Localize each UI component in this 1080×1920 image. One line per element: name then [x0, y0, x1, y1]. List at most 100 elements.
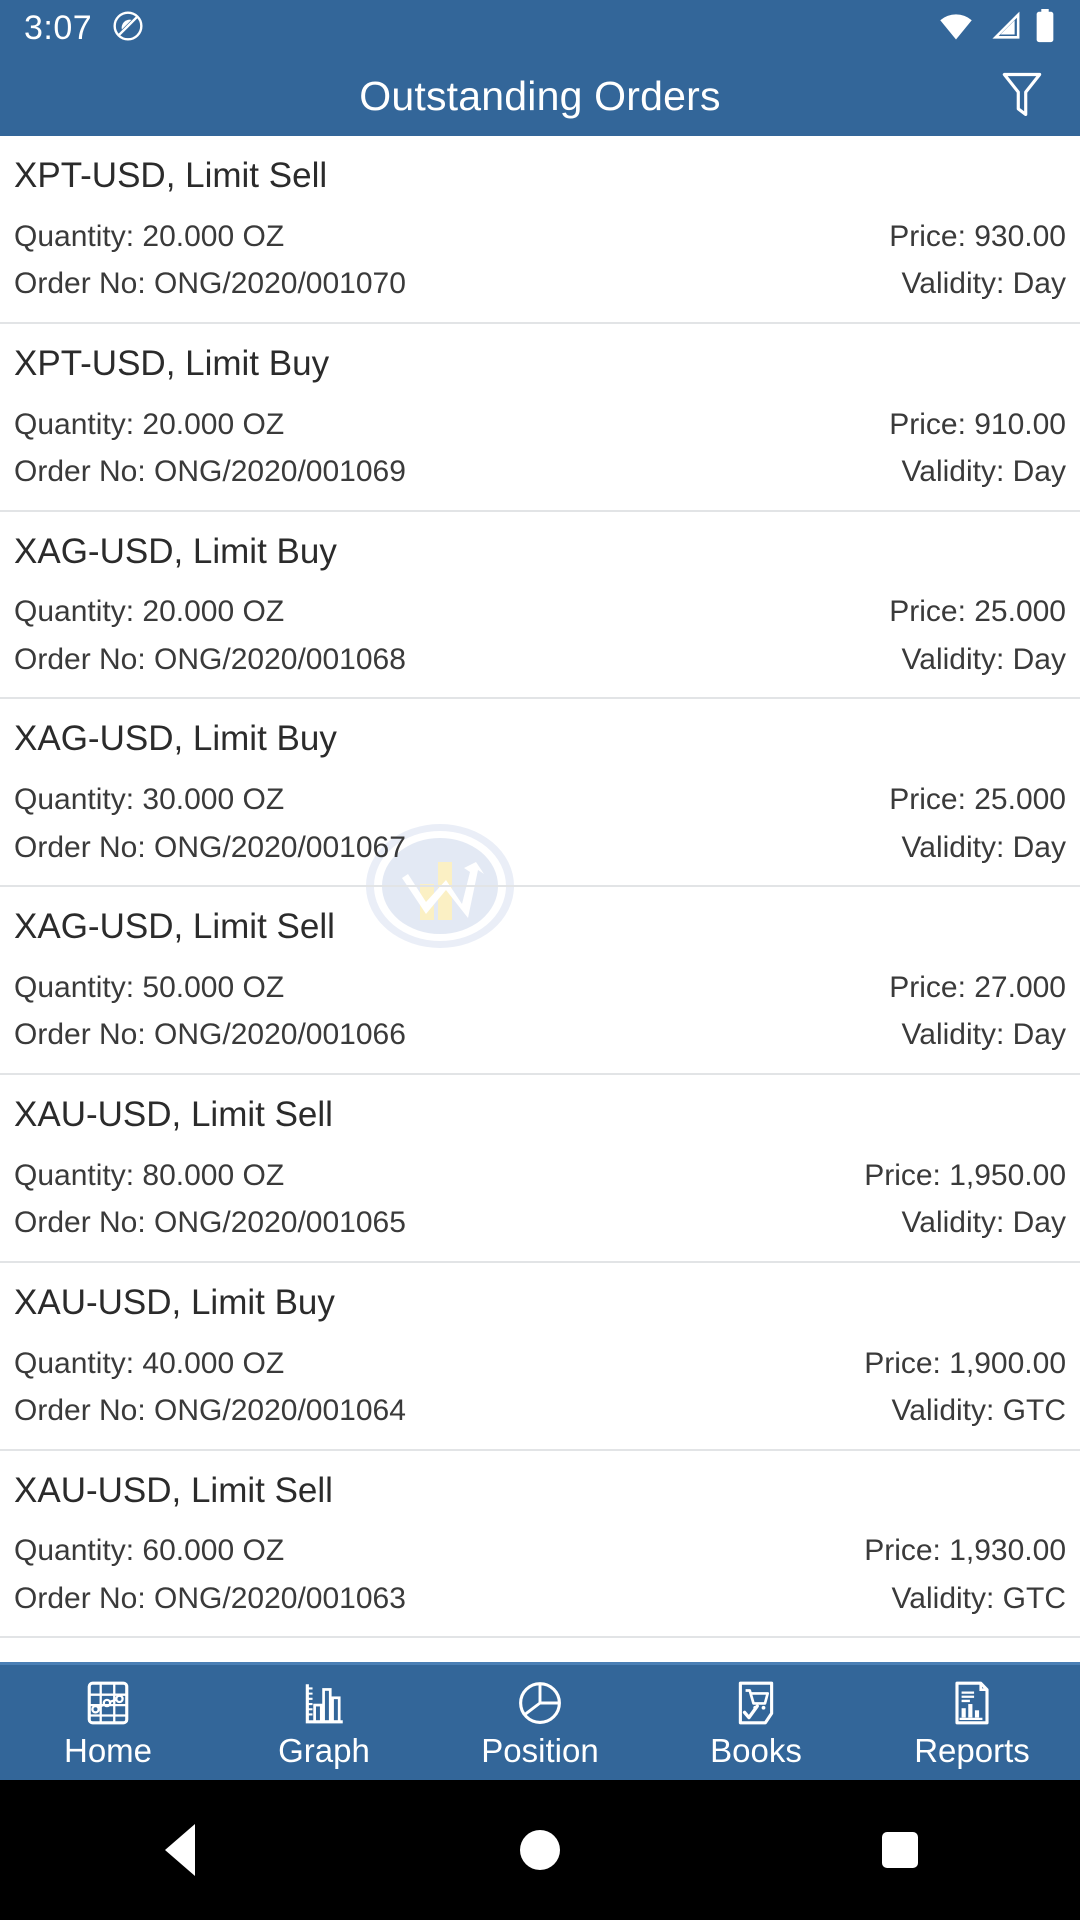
order-validity: Validity: Day [901, 830, 1066, 864]
order-row[interactable]: XAG-USD, Limit Sell Quantity: 50.000 OZ … [0, 887, 1080, 1075]
order-instrument-side: XPT-USD, Limit Buy [14, 343, 330, 383]
order-price: Price: 1,950.00 [864, 1158, 1066, 1192]
order-number: Order No: ONG/2020/001063 [14, 1581, 406, 1615]
battery-icon [1034, 8, 1056, 48]
order-number-validity-line: Order No: ONG/2020/001063 Validity: GTC [14, 1577, 1066, 1621]
order-quantity: Quantity: 20.000 OZ [14, 407, 285, 441]
order-row[interactable]: XAU-USD, Limit Buy Quantity: 40.000 OZ P… [0, 1263, 1080, 1451]
nav-label-home: Home [63, 1732, 153, 1769]
android-back-button[interactable] [0, 1824, 360, 1876]
order-row[interactable]: XPT-USD, Limit Sell Quantity: 20.000 OZ … [0, 136, 1080, 324]
order-row[interactable]: XAU-USD, Limit Sell Quantity: 60.000 OZ … [0, 1451, 1080, 1639]
order-number: Order No: ONG/2020/001067 [14, 830, 406, 864]
nav-label-position: Position [481, 1732, 599, 1769]
order-validity: Validity: Day [901, 642, 1066, 676]
order-number-validity-line: Order No: ONG/2020/001066 Validity: Day [14, 1013, 1066, 1057]
phone-screen: 3:07 Outstanding Orders XPT-USD, Limit S… [0, 0, 1080, 1920]
order-number: Order No: ONG/2020/001065 [14, 1206, 406, 1240]
order-price: Price: 25.000 [889, 595, 1066, 629]
order-validity: Validity: GTC [891, 1394, 1066, 1428]
order-quantity-price-line: Quantity: 30.000 OZ Price: 25.000 [14, 778, 1066, 822]
app-bar: Outstanding Orders [0, 56, 1080, 136]
nav-item-home[interactable]: Home [0, 1678, 216, 1767]
outstanding-orders-list[interactable]: XPT-USD, Limit Sell Quantity: 20.000 OZ … [0, 136, 1080, 1662]
bottom-navigation-bar: Home Graph Position Books Reports [0, 1662, 1080, 1780]
order-price: Price: 1,900.00 [864, 1346, 1066, 1380]
order-validity: Validity: Day [901, 1018, 1066, 1052]
order-price: Price: 27.000 [889, 970, 1066, 1004]
nav-label-graph: Graph [278, 1732, 370, 1769]
nav-label-books: Books [710, 1732, 802, 1769]
order-quantity: Quantity: 80.000 OZ [14, 1158, 285, 1192]
nav-item-books[interactable]: Books [648, 1678, 864, 1767]
order-validity: Validity: GTC [891, 1581, 1066, 1615]
filter-icon [999, 68, 1045, 125]
order-price: Price: 25.000 [889, 783, 1066, 817]
order-validity: Validity: Day [901, 455, 1066, 489]
nav-item-reports[interactable]: Reports [864, 1678, 1080, 1767]
status-bar-left: 3:07 [24, 10, 144, 47]
back-triangle-icon [165, 1824, 195, 1876]
order-quantity-price-line: Quantity: 40.000 OZ Price: 1,900.00 [14, 1342, 1066, 1386]
order-number-validity-line: Order No: ONG/2020/001064 Validity: GTC [14, 1389, 1066, 1433]
order-quantity: Quantity: 50.000 OZ [14, 970, 285, 1004]
order-quantity-price-line: Quantity: 20.000 OZ Price: 910.00 [14, 403, 1066, 447]
order-instrument-side: XAG-USD, Limit Buy [14, 719, 337, 759]
android-home-button[interactable] [360, 1830, 720, 1870]
order-number-validity-line: Order No: ONG/2020/001065 Validity: Day [14, 1201, 1066, 1245]
order-quantity-price-line: Quantity: 20.000 OZ Price: 930.00 [14, 215, 1066, 259]
order-book-cart-icon [731, 1678, 781, 1728]
order-instrument-side: XAG-USD, Limit Buy [14, 531, 337, 571]
order-number-validity-line: Order No: ONG/2020/001068 Validity: Day [14, 638, 1066, 682]
grid-table-icon [83, 1678, 133, 1728]
order-row[interactable]: XAU-USD, Limit Sell Quantity: 80.000 OZ … [0, 1075, 1080, 1263]
order-number-validity-line: Order No: ONG/2020/001070 Validity: Day [14, 262, 1066, 306]
order-quantity-price-line: Quantity: 60.000 OZ Price: 1,930.00 [14, 1529, 1066, 1573]
order-number: Order No: ONG/2020/001066 [14, 1018, 406, 1052]
order-row[interactable]: XAG-USD, Limit Buy Quantity: 30.000 OZ P… [0, 699, 1080, 888]
order-instrument-side: XAG-USD, Limit Sell [14, 907, 335, 947]
order-row[interactable]: XAG-USD, Limit Buy Quantity: 20.000 OZ P… [0, 512, 1080, 700]
order-number: Order No: ONG/2020/001070 [14, 267, 406, 301]
home-circle-icon [520, 1830, 560, 1870]
status-clock: 3:07 [24, 9, 93, 47]
wifi-icon [938, 11, 974, 46]
order-number-validity-line: Order No: ONG/2020/001069 Validity: Day [14, 450, 1066, 494]
bar-chart-icon [299, 1678, 349, 1728]
order-validity: Validity: Day [901, 267, 1066, 301]
order-quantity-price-line: Quantity: 80.000 OZ Price: 1,950.00 [14, 1154, 1066, 1198]
order-row[interactable]: XPT-USD, Limit Buy Quantity: 20.000 OZ P… [0, 324, 1080, 512]
order-instrument-side: XAU-USD, Limit Sell [14, 1094, 333, 1134]
pie-chart-icon [515, 1678, 565, 1728]
order-quantity-price-line: Quantity: 20.000 OZ Price: 25.000 [14, 590, 1066, 634]
order-instrument-side: XPT-USD, Limit Sell [14, 156, 328, 195]
order-price: Price: 910.00 [889, 407, 1066, 441]
dnd-icon [112, 10, 144, 47]
nav-item-position[interactable]: Position [432, 1678, 648, 1767]
order-instrument-side: XAU-USD, Limit Buy [14, 1282, 335, 1322]
nav-item-graph[interactable]: Graph [216, 1678, 432, 1767]
order-quantity: Quantity: 60.000 OZ [14, 1534, 285, 1568]
order-number: Order No: ONG/2020/001064 [14, 1394, 406, 1428]
status-bar-right [938, 8, 1056, 48]
order-validity: Validity: Day [901, 1206, 1066, 1240]
order-quantity-price-line: Quantity: 50.000 OZ Price: 27.000 [14, 966, 1066, 1010]
recents-square-icon [882, 1832, 918, 1868]
cellular-signal-icon [987, 11, 1021, 46]
status-bar: 3:07 [0, 0, 1080, 56]
order-number-validity-line: Order No: ONG/2020/001067 Validity: Day [14, 826, 1066, 870]
order-quantity: Quantity: 40.000 OZ [14, 1346, 285, 1380]
android-recents-button[interactable] [720, 1832, 1080, 1868]
report-document-icon [947, 1678, 997, 1728]
page-title: Outstanding Orders [359, 72, 721, 119]
order-price: Price: 1,930.00 [864, 1534, 1066, 1568]
filter-button[interactable] [990, 64, 1054, 128]
order-number: Order No: ONG/2020/001069 [14, 455, 406, 489]
android-system-navigation [0, 1780, 1080, 1920]
order-quantity: Quantity: 20.000 OZ [14, 219, 285, 253]
order-number: Order No: ONG/2020/001068 [14, 642, 406, 676]
order-instrument-side: XAU-USD, Limit Sell [14, 1470, 333, 1510]
nav-label-reports: Reports [914, 1732, 1030, 1769]
order-price: Price: 930.00 [889, 219, 1066, 253]
order-quantity: Quantity: 20.000 OZ [14, 595, 285, 629]
